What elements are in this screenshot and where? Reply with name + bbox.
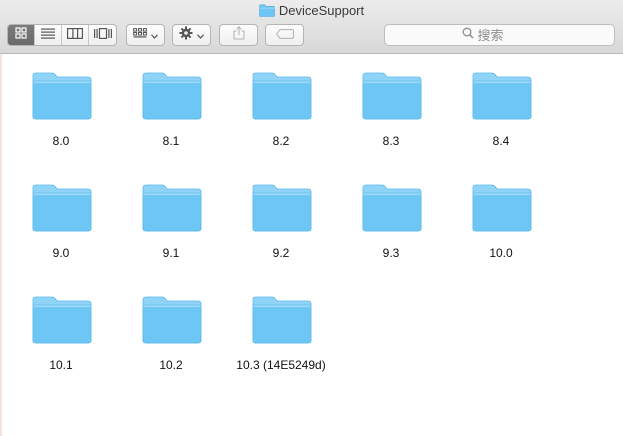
search-input[interactable]: [477, 27, 538, 43]
folder-icon: [32, 70, 92, 120]
chevron-down-icon: [151, 26, 158, 44]
icon-view-button[interactable]: [8, 25, 35, 45]
search-field[interactable]: [384, 24, 615, 46]
folder-icon: [142, 294, 202, 344]
tag-icon: [275, 26, 294, 44]
folder-icon: [252, 70, 312, 120]
folder-item[interactable]: 9.0: [6, 166, 116, 266]
toolbar: DeviceSupport: [0, 0, 623, 54]
folder-label: 8.4: [492, 134, 510, 148]
tags-button[interactable]: [265, 24, 304, 46]
folder-icon: [362, 70, 422, 120]
folder-icon: [252, 182, 312, 232]
folder-item[interactable]: 8.4: [446, 54, 556, 154]
search-icon: [462, 26, 474, 44]
share-icon: [233, 25, 245, 45]
folder-icon: [252, 294, 312, 344]
action-button[interactable]: [172, 24, 211, 46]
view-mode-control: [7, 24, 117, 46]
folder-item[interactable]: 9.3: [336, 166, 446, 266]
folder-icon: [32, 294, 92, 344]
finder-window: DeviceSupport 搜索 8.0 8.1 8.2 8.3 8.4 9.0…: [0, 0, 623, 436]
folder-icon: [362, 182, 422, 232]
folder-item[interactable]: 8.2: [226, 54, 336, 154]
icon-view-icon: [15, 26, 27, 44]
column-view-icon: [67, 26, 84, 44]
folder-item[interactable]: 10.3 (14E5249d): [226, 278, 336, 378]
folder-item[interactable]: 8.3: [336, 54, 446, 154]
folder-label: 10.3 (14E5249d): [236, 358, 326, 372]
folder-item[interactable]: 10.0: [446, 166, 556, 266]
arrange-grid-icon: [133, 26, 147, 44]
list-view-icon: [41, 26, 55, 44]
folder-item[interactable]: 9.1: [116, 166, 226, 266]
folder-item[interactable]: 10.1: [6, 278, 116, 378]
cover-flow-button[interactable]: [89, 25, 116, 45]
chevron-down-icon: [197, 26, 204, 44]
folder-icon: [472, 182, 532, 232]
cover-flow-icon: [93, 26, 112, 44]
folder-item[interactable]: 10.2: [116, 278, 226, 378]
list-view-button[interactable]: [35, 25, 62, 45]
window-title-text: DeviceSupport: [278, 3, 365, 18]
arrange-button[interactable]: [126, 24, 165, 46]
folder-icon: [472, 70, 532, 120]
folder-icon: [142, 182, 202, 232]
folder-label: 10.0: [489, 246, 513, 260]
folder-icon: [259, 4, 275, 21]
window-title: DeviceSupport: [0, 3, 623, 21]
gear-icon: [179, 26, 193, 45]
column-view-button[interactable]: [62, 25, 89, 45]
folder-item[interactable]: 8.1: [116, 54, 226, 154]
share-button[interactable]: [219, 24, 258, 46]
folder-icon: [32, 182, 92, 232]
window-edge: [0, 54, 3, 436]
folder-item[interactable]: 8.0: [6, 54, 116, 154]
folder-icon: [142, 70, 202, 120]
folder-item[interactable]: 9.2: [226, 166, 336, 266]
